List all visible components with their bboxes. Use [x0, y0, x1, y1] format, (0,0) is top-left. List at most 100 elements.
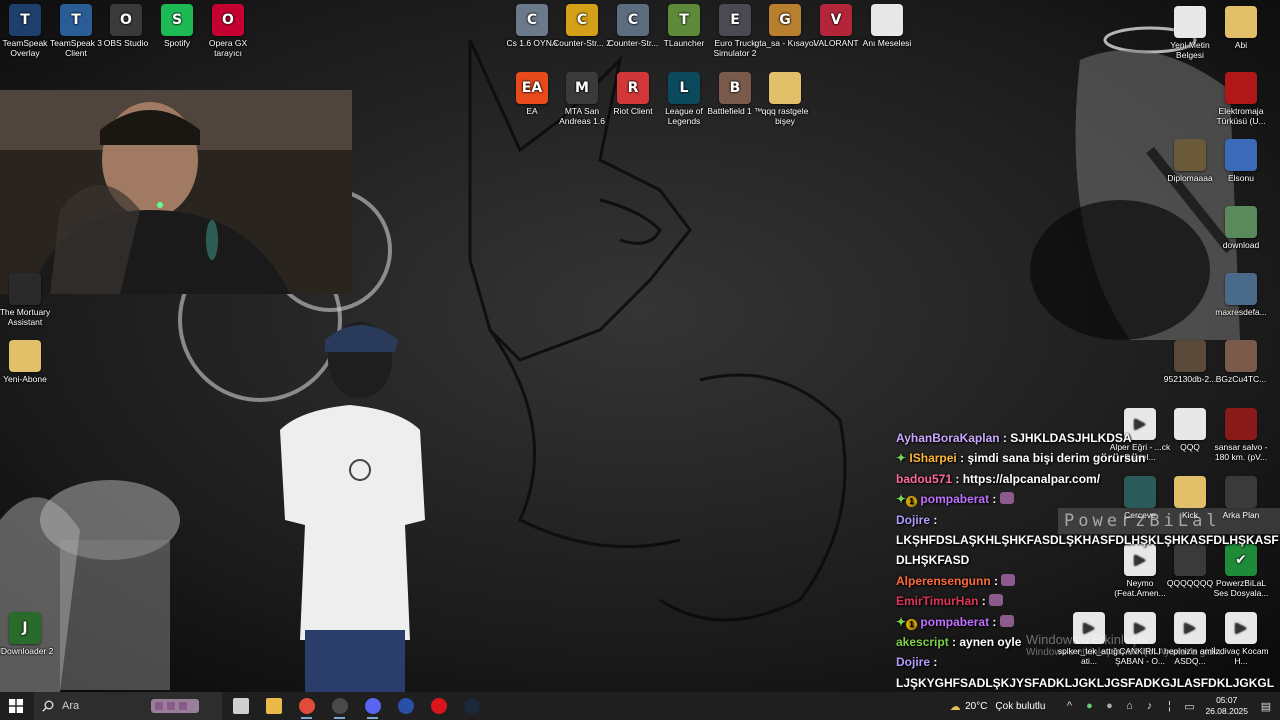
chat-username: AyhanBoraKaplan [896, 431, 1000, 445]
chat-separator: : [930, 512, 938, 527]
chat-message: badou571 : https://alpcanalpar.com/ [896, 469, 1280, 489]
image-icon [1225, 206, 1257, 238]
watermark-title: Windows'u Etkinleştir [1026, 632, 1149, 647]
search-input[interactable] [87, 699, 152, 713]
chat-message: ✦ ISharpei : şimdi sana bişi derim görür… [896, 448, 1280, 468]
chat-text: LKŞHFDSLAŞKHLŞHKFASDLŞKHASFDLHŞKLŞHKASFD… [896, 533, 1279, 568]
chat-text: SJHKLDASJHLKDSA [1010, 431, 1132, 445]
chat-badge-sparkle-icon: ✦ [896, 614, 907, 629]
desktop-icon[interactable]: BGzCu4TC... [1209, 340, 1273, 384]
tray-app-icon[interactable]: ● [1101, 700, 1117, 712]
chrome-icon [298, 698, 315, 714]
desktop-icon-label: Elektromaja Türküsü (U... [1216, 106, 1266, 126]
chat-text: https://alpcanalpar.com/ [962, 471, 1101, 486]
audio-icon [1225, 139, 1257, 171]
teamspeak-icon: T [9, 4, 41, 36]
desktop-icon[interactable]: J JDownloader 2 [0, 612, 57, 656]
keyboard-icon[interactable]: ▭ [1181, 700, 1197, 713]
image-icon [1225, 273, 1257, 305]
desktop-icon[interactable]: Elsonu [1209, 139, 1273, 183]
text-file-icon [871, 4, 903, 36]
taskbar: Ara ☁ 20°C Çok bulutlu ^ ● ● ⌂ ♪ ¦ ▭ 05:… [0, 692, 1280, 720]
truck-icon: E [719, 4, 751, 36]
desktop-icon[interactable]: Anı Meselesi [855, 4, 919, 48]
chat-username: pompaberat [920, 614, 990, 629]
desktop-icon-label: qqq rastgele bişey [761, 106, 809, 126]
counter-strike-icon: C [617, 4, 649, 36]
taskbar-search-box[interactable]: Ara [34, 692, 222, 720]
chat-text: aynen oyle [959, 635, 1022, 650]
start-button[interactable] [0, 692, 32, 720]
taskbar-app-button[interactable] [257, 692, 290, 720]
chat-username: badou571 [896, 471, 953, 486]
weather-icon[interactable]: ☁ [947, 700, 963, 713]
taskbar-app-button[interactable] [290, 692, 323, 720]
desktop-icon-label: JDownloader 2 [0, 646, 54, 656]
chat-badge-sparkle-icon: ✦ [896, 451, 907, 466]
chat-separator: : [989, 492, 1000, 507]
volume-icon[interactable]: ♪ [1141, 700, 1157, 712]
taskbar-app-button[interactable] [455, 692, 488, 720]
chat-username: akescript [896, 635, 949, 650]
chat-separator: : [989, 614, 1000, 629]
taskbar-app-button[interactable] [422, 692, 455, 720]
media-icon [1225, 72, 1257, 104]
battlefield-icon: B [719, 72, 751, 104]
desktop-icon[interactable]: Elektromaja Türküsü (U... [1209, 72, 1273, 126]
chat-message: Dojire : LKŞHFDSLAŞKHLŞHKFASDLŞKHASFDLHŞ… [896, 510, 1280, 571]
taskbar-app-button[interactable] [356, 692, 389, 720]
gta-icon: G [769, 4, 801, 36]
weather-description[interactable]: Çok bulutlu [995, 701, 1045, 712]
chat-emote-icon [999, 492, 1014, 505]
taskbar-app-button[interactable] [389, 692, 422, 720]
desktop-icon[interactable]: download [1209, 206, 1273, 250]
chat-username: Dojire [896, 655, 931, 670]
chat-username: Dojire [896, 512, 931, 527]
notification-icon[interactable]: ▤ [1258, 700, 1274, 713]
chat-text: şimdi sana bişi derim görürsün [967, 451, 1146, 466]
system-tray: ☁ 20°C Çok bulutlu ^ ● ● ⌂ ♪ ¦ ▭ 05:07 2… [945, 692, 1280, 720]
taskbar-clock[interactable]: 05:07 26.08.2025 [1205, 695, 1248, 717]
activation-watermark: Windows'u Etkinleştir Windows'u etkinleş… [1026, 632, 1224, 658]
tray-app-icon[interactable]: ● [1081, 700, 1097, 712]
obs-icon [331, 698, 348, 714]
desktop-icon-label: BGzCu4TC... [1215, 374, 1267, 384]
discord-icon [364, 698, 381, 714]
desktop-icon[interactable]: O Opera GX tarayıcı [196, 4, 260, 58]
chat-separator: : [999, 431, 1011, 445]
jdownloader-icon: J [9, 612, 41, 644]
image-icon [1174, 340, 1206, 372]
chevron-up-icon[interactable]: ^ [1061, 700, 1077, 712]
desktop-icon-label: Elsonu [1228, 173, 1254, 183]
search-highlight-icon [151, 699, 200, 713]
chat-username: Alperensengunn [896, 573, 991, 588]
microphone-icon[interactable]: ¦ [1161, 700, 1177, 712]
chat-message: ✦ 1 pompaberat : [896, 612, 1280, 632]
mta-icon: M [566, 72, 598, 104]
image-icon [1174, 139, 1206, 171]
image-icon [1225, 340, 1257, 372]
ea-icon: EA [516, 72, 548, 104]
desktop-icon[interactable]: Abi [1209, 6, 1273, 50]
task-view-icon [232, 698, 249, 714]
watermark-subtitle: Windows'u etkinleştirmek için Ayarlar'a … [1026, 647, 1224, 658]
counter-strike-icon: C [516, 4, 548, 36]
file-explorer-icon [265, 698, 282, 714]
opera-gx-icon: O [212, 4, 244, 36]
counter-strike-2-icon: C [566, 4, 598, 36]
taskbar-pinned-apps [224, 692, 488, 720]
desktop-icon[interactable]: The Mortuary Assistant [0, 273, 57, 327]
folder-icon [769, 72, 801, 104]
desktop-icon[interactable]: qqq rastgele bişey [753, 72, 817, 126]
chat-message: AyhanBoraKaplan : SJHKLDASJHLKDSA [896, 428, 1280, 448]
desktop-icon-label: Abi [1234, 40, 1248, 50]
taskbar-app-button[interactable] [323, 692, 356, 720]
chat-separator: : [978, 594, 990, 609]
desktop-icon[interactable]: maxresdefa... [1209, 273, 1273, 317]
chat-emote-icon [999, 614, 1014, 627]
folder-icon [9, 340, 41, 372]
network-icon[interactable]: ⌂ [1121, 700, 1137, 712]
weather-temperature[interactable]: 20°C [965, 701, 987, 712]
desktop-icon[interactable]: Yeni-Abone [0, 340, 57, 384]
taskbar-app-button[interactable] [224, 692, 257, 720]
